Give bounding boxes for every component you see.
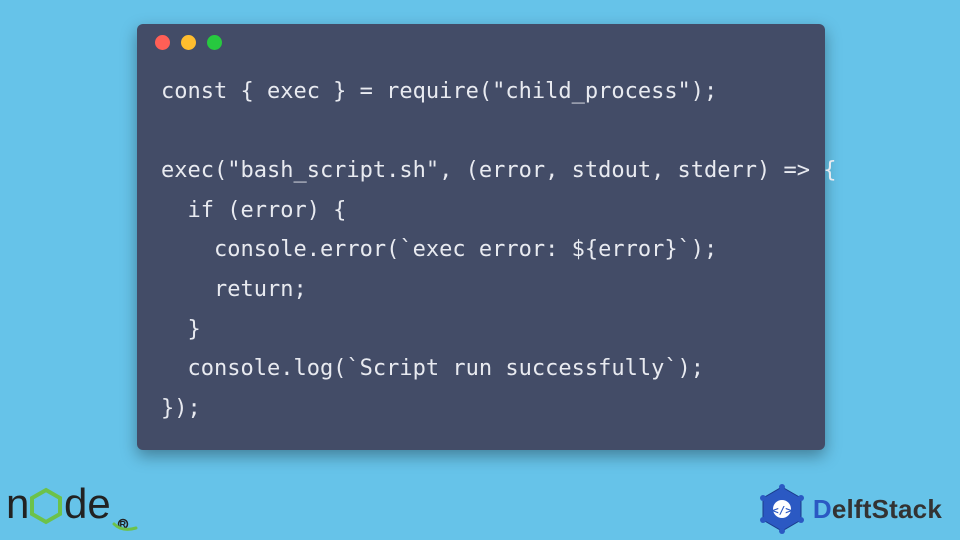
minimize-icon[interactable] (181, 35, 196, 50)
close-icon[interactable] (155, 35, 170, 50)
code-line: const { exec } = require("child_process"… (161, 79, 717, 104)
svg-text:</>: </> (772, 504, 792, 517)
delftstack-logo: </> DelftStack (757, 484, 942, 534)
nodejs-logo: n de R (6, 474, 144, 534)
nodejs-icon: n de R (6, 474, 144, 534)
code-line: }); (161, 396, 201, 421)
code-block: const { exec } = require("child_process"… (137, 60, 825, 450)
svg-text:n: n (6, 480, 29, 527)
window-titlebar (137, 24, 825, 60)
code-line: } (161, 317, 201, 342)
delftstack-wordmark: DelftStack (813, 494, 942, 525)
code-line: console.log(`Script run successfully`); (161, 356, 704, 381)
delftstack-badge-icon: </> (757, 484, 807, 534)
code-window: const { exec } = require("child_process"… (137, 24, 825, 450)
zoom-icon[interactable] (207, 35, 222, 50)
svg-text:de: de (64, 480, 111, 527)
code-line: if (error) { (161, 198, 346, 223)
code-line: exec("bash_script.sh", (error, stdout, s… (161, 158, 837, 183)
code-line: return; (161, 277, 307, 302)
code-line: console.error(`exec error: ${error}`); (161, 237, 717, 262)
footer-bar: n de R </> DelftSt (0, 468, 960, 540)
